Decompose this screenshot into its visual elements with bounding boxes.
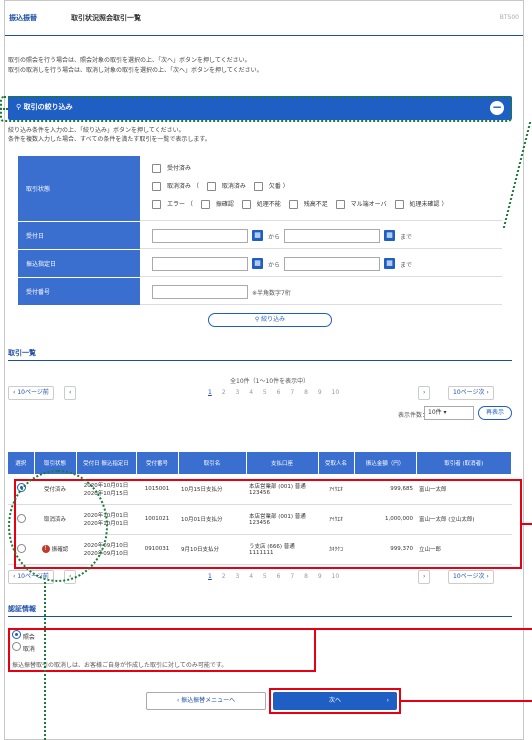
status-opt-cancelled: 取消済み （ bbox=[167, 183, 199, 190]
next-page-button[interactable]: › bbox=[418, 386, 431, 400]
filter-row-status: 取引状態 受付済み 取消済み （ 取消済み 欠番 ） エラー （ 振確認 処理不… bbox=[18, 156, 502, 222]
header-divider bbox=[5, 35, 523, 36]
intro-line-2: 取引の取消しを行う場合は、取消し対象の取引を選択の上、「次へ」ボタンを押してくだ… bbox=[8, 67, 263, 74]
filter-guide-box bbox=[0, 96, 512, 122]
checkbox-cancelled[interactable] bbox=[152, 182, 161, 191]
col-name[interactable]: 取引名 bbox=[178, 452, 247, 474]
col-amount[interactable]: 振込金額（円） bbox=[354, 452, 417, 474]
col-dates[interactable]: 受付日 振込指定日 bbox=[76, 452, 137, 474]
list-divider bbox=[8, 360, 512, 361]
status-opt-missing: 欠番 ） bbox=[268, 183, 289, 190]
status-opt-cancelled-sub: 取消済み bbox=[221, 183, 246, 190]
screen-code: BTS00 bbox=[499, 14, 519, 21]
auth-highlight-box bbox=[8, 628, 316, 672]
recv-no-hint: ※半角数字7桁 bbox=[252, 290, 291, 297]
page-header: 振込振替 取引状況照会取引一覧 BTS00 bbox=[5, 9, 523, 29]
rows-highlight-leader bbox=[522, 523, 532, 525]
filter-note-1: 絞り込み条件を入力の上、「絞り込み」ボタンを押してください。 bbox=[8, 127, 185, 134]
transfer-date-from-input[interactable] bbox=[152, 257, 248, 271]
page-numbers[interactable]: 1 2 3 4 5 6 7 8 9 10 bbox=[208, 573, 339, 580]
calendar-icon[interactable]: ▦ bbox=[384, 230, 395, 241]
checkbox-error-e[interactable] bbox=[394, 200, 404, 209]
status-opt-error: エラー （ bbox=[167, 201, 193, 208]
filter-note-2: 条件を複数入力した場合、すべての条件を満たす取引を一覧で表示します。 bbox=[8, 136, 211, 143]
checkbox-error-a[interactable] bbox=[200, 200, 210, 209]
recv-from-label: から bbox=[268, 234, 281, 241]
col-no[interactable]: 受付番号 bbox=[136, 452, 179, 474]
col-payee[interactable]: 受取人名 bbox=[318, 452, 355, 474]
guide-line-down bbox=[44, 582, 46, 740]
calendar-icon[interactable]: ▦ bbox=[252, 230, 263, 241]
next-highlight-leader bbox=[401, 700, 532, 702]
status-opt-error-a: 振確認 bbox=[215, 201, 234, 208]
breadcrumb: 振込振替 bbox=[9, 14, 37, 22]
col-account[interactable]: 支払口座 bbox=[246, 452, 319, 474]
checkbox-missing[interactable] bbox=[253, 182, 263, 191]
status-opt-error-d: マル端オーバ bbox=[350, 201, 387, 208]
checkbox-error[interactable] bbox=[152, 200, 161, 209]
intro-text: 取引の照会を行う場合は、照会対象の取引を選択の上、「次へ」ボタンを押してください… bbox=[8, 56, 263, 76]
pager-top: ‹ 10ページ前 ‹ 1 2 3 4 5 6 7 8 9 10 › 10ページ次… bbox=[8, 386, 512, 400]
status-opt-error-c: 残高不足 bbox=[303, 201, 328, 208]
select-guide-ellipse bbox=[8, 470, 108, 582]
recv-date-label: 受付日 bbox=[18, 222, 140, 249]
intro-line-1: 取引の照会を行う場合は、照会対象の取引を選択の上、「次へ」ボタンを押してください… bbox=[8, 57, 251, 64]
prev10-button[interactable]: ‹ 10ページ前 bbox=[8, 386, 54, 400]
filter-row-transfer-date: 振込指定日 ▦ から ▦ まで bbox=[18, 250, 502, 278]
status-opt-error-e: 処理未確認 ） bbox=[409, 201, 448, 208]
prev-page-button[interactable]: ‹ bbox=[64, 386, 77, 400]
list-title: 取引一覧 bbox=[8, 349, 36, 357]
table-header: 選択 取引状態 受付日 振込指定日 受付番号 取引名 支払口座 受取人名 振込金… bbox=[8, 452, 512, 474]
status-label: 取引状態 bbox=[18, 156, 140, 221]
next-highlight-box bbox=[269, 688, 401, 714]
next10-button[interactable]: 10ページ次 › bbox=[448, 386, 494, 400]
transfer-date-label: 振込指定日 bbox=[18, 250, 140, 277]
checkbox-error-d[interactable] bbox=[335, 200, 345, 209]
auth-highlight-leader bbox=[316, 628, 532, 630]
calendar-icon[interactable]: ▦ bbox=[384, 258, 395, 269]
transfer-to-label: まで bbox=[400, 262, 413, 269]
next10-button[interactable]: 10ページ次 › bbox=[448, 570, 494, 584]
recv-date-to-input[interactable] bbox=[284, 229, 380, 243]
checkbox-error-b[interactable] bbox=[241, 200, 251, 209]
count-select[interactable]: 10件 ▾ bbox=[424, 406, 474, 420]
recv-date-from-input[interactable] bbox=[152, 229, 248, 243]
back-to-menu-button[interactable]: ‹ 振込振替メニューへ bbox=[146, 692, 266, 710]
checkbox-error-c[interactable] bbox=[288, 200, 298, 209]
redisplay-button[interactable]: 再表示 bbox=[478, 406, 512, 420]
filter-submit-button[interactable]: ⚲ 絞り込み bbox=[208, 313, 332, 327]
auth-title: 認証情報 bbox=[8, 605, 36, 613]
checkbox-cancelled-sub[interactable] bbox=[206, 182, 216, 191]
filter-note: 絞り込み条件を入力の上、「絞り込み」ボタンを押してください。 条件を複数入力した… bbox=[8, 126, 211, 144]
filter-row-recv-no: 受付番号 ※半角数字7桁 bbox=[18, 278, 502, 306]
page-title: 取引状況照会取引一覧 bbox=[71, 14, 141, 22]
calendar-icon[interactable]: ▦ bbox=[252, 258, 263, 269]
transfer-from-label: から bbox=[268, 262, 281, 269]
status-opt-error-b: 処理不能 bbox=[256, 201, 281, 208]
next-page-button[interactable]: › bbox=[418, 570, 431, 584]
recv-to-label: まで bbox=[400, 234, 413, 241]
recv-no-input[interactable] bbox=[152, 285, 248, 299]
status-opt-received: 受付済み bbox=[167, 165, 192, 172]
col-user[interactable]: 取引者 (取消者) bbox=[416, 452, 512, 474]
list-summary: 全10件（1～10件を表示中） bbox=[230, 378, 310, 385]
col-select: 選択 bbox=[8, 452, 35, 474]
transfer-date-to-input[interactable] bbox=[284, 257, 380, 271]
page-numbers[interactable]: 1 2 3 4 5 6 7 8 9 10 bbox=[208, 389, 339, 396]
filter-row-recv-date: 受付日 ▦ から ▦ まで bbox=[18, 222, 502, 250]
recv-no-label: 受付番号 bbox=[18, 278, 140, 305]
auth-divider bbox=[8, 616, 512, 617]
checkbox-received[interactable] bbox=[152, 164, 161, 173]
